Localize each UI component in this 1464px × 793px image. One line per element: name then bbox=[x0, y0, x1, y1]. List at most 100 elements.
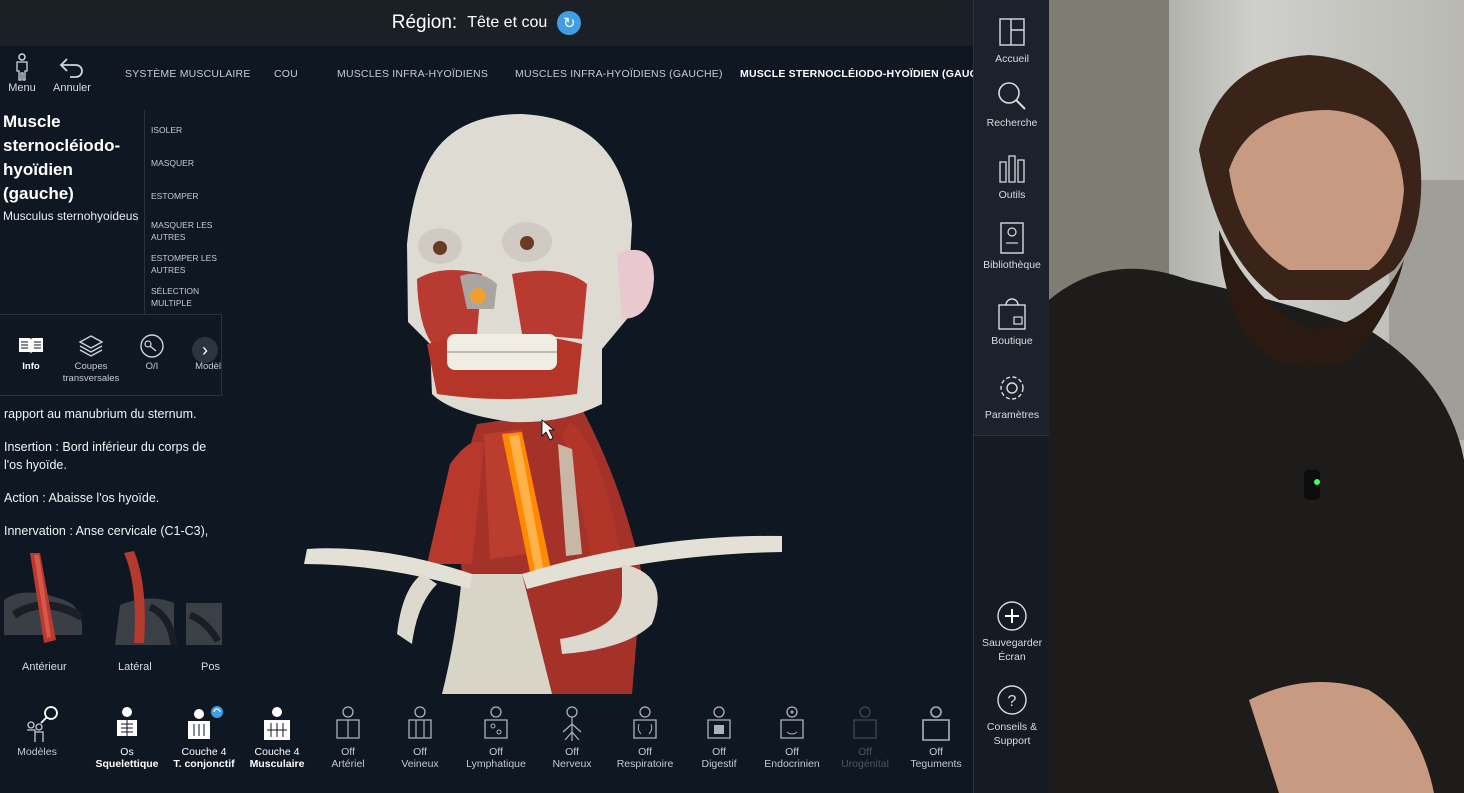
home-button[interactable]: Accueil bbox=[974, 14, 1049, 66]
dock-digestive-label: Digestif bbox=[701, 758, 737, 770]
models-icon bbox=[15, 704, 59, 746]
tab-origin-insertion[interactable]: O/I bbox=[136, 331, 168, 373]
tab-cross-sections[interactable]: Coupes transversales bbox=[58, 331, 124, 385]
breadcrumb-item[interactable]: MUSCLES INFRA-HYOÏDIENS bbox=[337, 68, 488, 80]
dock-digestive[interactable]: Off Digestif bbox=[682, 704, 756, 770]
dock-integument[interactable]: Off Teguments bbox=[899, 704, 973, 770]
venous-icon bbox=[405, 704, 435, 746]
breadcrumb-item[interactable]: MUSCLES INFRA-HYOÏDIENS (GAUCHE) bbox=[515, 68, 723, 80]
multi-select-action[interactable]: SÉLECTION MULTIPLE bbox=[151, 285, 217, 309]
help-icon: ? bbox=[996, 682, 1028, 718]
anterior-thumbnail[interactable] bbox=[4, 545, 85, 650]
region-label: Région: bbox=[391, 12, 458, 33]
connective-tissue-icon bbox=[184, 704, 224, 746]
shop-label: Boutique bbox=[991, 335, 1033, 347]
dock-arterial[interactable]: Off Artériel bbox=[311, 704, 385, 770]
dock-urogenital-label: Urogénital bbox=[841, 758, 889, 770]
dock-lymphatic-label: Lymphatique bbox=[466, 758, 526, 770]
search-icon bbox=[997, 78, 1027, 114]
dock-integument-label: Teguments bbox=[910, 758, 962, 770]
hide-action[interactable]: MASQUER bbox=[151, 157, 194, 169]
plus-circle-icon bbox=[996, 598, 1028, 634]
dock-digestive-state: Off bbox=[712, 746, 726, 758]
dock-nervous[interactable]: Off Nerveux bbox=[535, 704, 609, 770]
lateral-thumbnail[interactable] bbox=[110, 545, 190, 650]
dock-lymphatic[interactable]: Off Lymphatique bbox=[459, 704, 533, 770]
dock-skeletal[interactable]: Os Squelettique bbox=[90, 704, 164, 770]
help-button[interactable]: ? Conseils & Support bbox=[974, 682, 1049, 748]
tab-cross-sections-label: Coupes transversales bbox=[62, 361, 120, 384]
digestive-icon bbox=[704, 704, 734, 746]
action-list: ISOLER MASQUER ESTOMPER MASQUER LES AUTR… bbox=[144, 110, 222, 314]
tab-model-label: Modèl bbox=[195, 361, 221, 372]
dock-models-label: Modèles bbox=[17, 746, 57, 758]
hide-others-action[interactable]: MASQUER LES AUTRES bbox=[151, 219, 217, 243]
dock-skeletal-state: Os bbox=[120, 746, 134, 758]
dock-respiratory[interactable]: Off Respiratoire bbox=[608, 704, 682, 770]
structure-header: Muscle sternocléiodo-hyoïdien (gauche) M… bbox=[3, 110, 143, 224]
info-tabs: Info Coupes transversales O/I Modèl › bbox=[0, 314, 222, 396]
respiratory-icon bbox=[630, 704, 660, 746]
save-screen-button[interactable]: Sauvegarder Écran bbox=[974, 598, 1049, 664]
shop-button[interactable]: Boutique bbox=[974, 296, 1049, 348]
library-label: Bibliothèque bbox=[983, 259, 1041, 271]
settings-button[interactable]: Paramètres bbox=[974, 370, 1049, 422]
library-button[interactable]: Bibliothèque bbox=[974, 220, 1049, 272]
dock-endocrine[interactable]: Off Endocrinien bbox=[755, 704, 829, 770]
breadcrumb-item[interactable]: SYSTÈME MUSCULAIRE bbox=[125, 68, 251, 80]
fade-action[interactable]: ESTOMPER bbox=[151, 190, 199, 202]
dock-muscular-state: Couche 4 bbox=[254, 746, 300, 758]
head-neck-model[interactable] bbox=[222, 104, 973, 694]
home-layout-icon bbox=[998, 14, 1026, 50]
tab-info[interactable]: Info bbox=[14, 331, 48, 373]
dock-connective-state: Couche 4 bbox=[181, 746, 227, 758]
posterior-label: Pos bbox=[201, 661, 220, 673]
lateral-label: Latéral bbox=[118, 661, 152, 673]
library-book-icon bbox=[999, 220, 1025, 256]
svg-text:?: ? bbox=[1008, 693, 1017, 710]
side-panel: Accueil Recherche Outils Bibliothèque Bo… bbox=[973, 0, 1049, 793]
dock-muscular[interactable]: Couche 4 Musculaire bbox=[240, 704, 314, 770]
systems-dock: Modèles Os Squelettique Couche 4 T. conj… bbox=[0, 694, 973, 793]
dock-connective-label: T. conjonctif bbox=[173, 758, 235, 770]
dock-endocrine-state: Off bbox=[785, 746, 799, 758]
dock-urogenital: Off Urogénital bbox=[828, 704, 902, 770]
chevron-right-icon[interactable]: › bbox=[192, 337, 218, 363]
dock-respiratory-label: Respiratoire bbox=[616, 758, 674, 770]
dock-muscular-label: Musculaire bbox=[249, 758, 305, 770]
settings-label: Paramètres bbox=[984, 409, 1040, 421]
undo-button[interactable]: Annuler bbox=[50, 52, 94, 94]
nervous-icon bbox=[557, 704, 587, 746]
dock-urogenital-state: Off bbox=[858, 746, 872, 758]
anatomy-3d-viewer[interactable] bbox=[222, 104, 973, 694]
undo-icon bbox=[58, 52, 86, 82]
info-action: Action : Abaisse l'os hyoïde. bbox=[4, 491, 160, 505]
breadcrumb-current[interactable]: MUSCLE STERNOCLÉIODO-HYOÏDIEN (GAUCHE) bbox=[740, 68, 996, 80]
posterior-thumbnail[interactable] bbox=[186, 545, 222, 650]
dock-models[interactable]: Modèles bbox=[0, 704, 74, 758]
dock-nervous-state: Off bbox=[565, 746, 579, 758]
breadcrumb-item[interactable]: COU bbox=[274, 68, 298, 80]
dock-venous-state: Off bbox=[413, 746, 427, 758]
sync-icon[interactable]: ↻ bbox=[557, 11, 582, 35]
tools-label: Outils bbox=[998, 189, 1026, 201]
search-button[interactable]: Recherche bbox=[974, 78, 1049, 130]
info-content: rapport au manubrium du sternum. Inserti… bbox=[4, 405, 219, 555]
tools-button[interactable]: Outils bbox=[974, 150, 1049, 202]
info-origin-tail: rapport au manubrium du sternum. bbox=[4, 407, 197, 421]
skeleton-icon bbox=[112, 704, 142, 746]
isolate-action[interactable]: ISOLER bbox=[151, 124, 182, 136]
dock-connective[interactable]: Couche 4 T. conjonctif bbox=[167, 704, 241, 770]
region-value[interactable]: Tête et cou bbox=[467, 14, 547, 32]
undo-label: Annuler bbox=[53, 82, 91, 94]
origin-insertion-icon bbox=[139, 331, 165, 361]
shopping-bag-icon bbox=[997, 296, 1027, 332]
save-screen-label: Sauvegarder Écran bbox=[981, 637, 1043, 663]
menu-button[interactable]: Menu bbox=[0, 52, 44, 94]
dock-venous[interactable]: Off Veineux bbox=[383, 704, 457, 770]
anterior-label: Antérieur bbox=[22, 661, 67, 673]
webcam-video bbox=[1049, 0, 1464, 793]
tools-icon bbox=[997, 150, 1027, 186]
fade-others-action[interactable]: ESTOMPER LES AUTRES bbox=[151, 252, 217, 276]
endocrine-icon bbox=[777, 704, 807, 746]
